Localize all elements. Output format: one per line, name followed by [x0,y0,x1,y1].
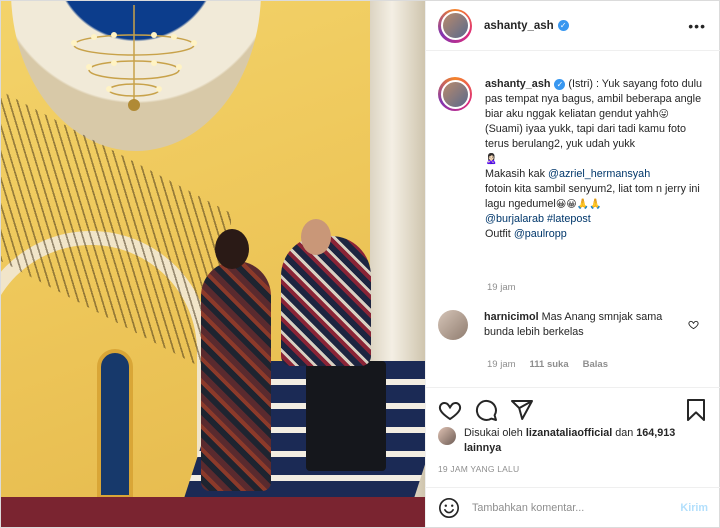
share-icon[interactable] [510,398,534,422]
post-header: ashanty_ash ✓ ••• [426,1,720,51]
post-comment-button[interactable]: Kirim [680,502,708,514]
comment-icon[interactable] [474,398,498,422]
liker-username[interactable]: lizanataliaofficial [526,427,612,439]
caption-username[interactable]: ashanty_ash [485,78,550,90]
post-sidebar: ashanty_ash ✓ ••• ashanty_ash ✓ (Istri) : … [425,1,720,527]
comment-text: harnicimol Mas Anang smnjak sama bunda l… [484,311,663,338]
photo-head-woman [215,229,249,269]
comment-input[interactable] [472,501,681,514]
action-bar [426,387,720,431]
photo-doorway [97,349,133,499]
commenter-avatar[interactable] [438,310,468,340]
chandelier-graphic [71,5,197,111]
post-photo[interactable] [1,1,425,527]
caption-avatar[interactable] [438,77,472,111]
photo-person-man-legs [306,361,386,471]
photo-floor [1,497,425,527]
likes-summary: Disukai oleh lizanataliaofficial dan 164… [438,426,710,456]
comment-reply-button[interactable]: Balas [583,359,608,370]
mention-link[interactable]: @azriel_hermansyah [548,168,650,180]
comment-likes[interactable]: 111 suka [530,359,569,370]
photo-head-man [301,219,331,255]
bookmark-icon[interactable] [684,398,708,422]
caption-text: ashanty_ash ✓ (Istri) : Yuk sayang foto d… [485,78,703,240]
add-comment-bar: Kirim [426,487,720,527]
instagram-post: ashanty_ash ✓ ••• ashanty_ash ✓ (Istri) : … [0,0,720,528]
heart-icon[interactable] [438,398,462,422]
verified-badge-icon: ✓ [554,78,566,90]
photo-person-man [281,236,371,366]
post-timestamp[interactable]: 19 JAM YANG LALU [438,464,519,474]
mention-link[interactable]: @burjalarab [485,213,544,225]
comment-time[interactable]: 19 jam [487,359,516,370]
caption-time[interactable]: 19 jam [487,282,516,293]
author-username[interactable]: ashanty_ash ✓ [484,20,569,32]
more-options-icon[interactable]: ••• [688,18,706,34]
post-caption: ashanty_ash ✓ (Istri) : Yuk sayang foto d… [438,77,713,242]
comment-like-heart-icon[interactable] [688,319,699,330]
comment-item: harnicimol Mas Anang smnjak sama bunda l… [438,310,713,340]
photo-person-woman [201,261,271,491]
hashtag-link[interactable]: #latepost [547,213,591,225]
comment-meta: 19 jam 111 suka Balas [487,359,608,370]
commenter-username[interactable]: harnicimol [484,311,539,323]
mention-link[interactable]: @paulropp [514,228,567,240]
emoji-smile-icon[interactable] [438,497,460,519]
liker-avatar[interactable] [438,427,456,445]
likes-text: Disukai oleh lizanataliaofficial dan 164… [464,427,676,454]
verified-badge-icon: ✓ [557,19,569,31]
author-avatar[interactable] [438,8,472,43]
